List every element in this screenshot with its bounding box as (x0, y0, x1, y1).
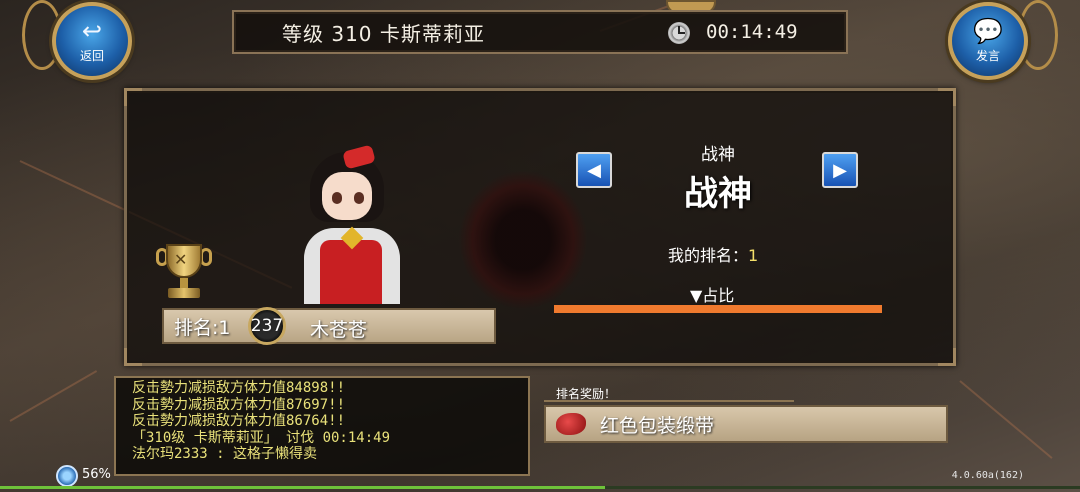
panel-corner (938, 348, 956, 366)
header-bar: 等级 310 卡斯蒂莉亚 00:14:49 (232, 10, 848, 54)
chat-line: 反击勢力减损敌方体力值84898!! (132, 380, 346, 396)
my-rank: 我的排名：1 (668, 242, 758, 266)
speech-bubble-icon: 💬 (973, 16, 1003, 45)
next-category-button[interactable]: ▶ (822, 152, 858, 188)
load-progress-fill (0, 486, 605, 489)
chat-button[interactable]: 💬 发言 (948, 2, 1028, 80)
chat-line: 法尔玛2333 : 这格子懒得卖 (132, 446, 318, 462)
trophy-icon: ✕ (156, 242, 212, 300)
category-label-small: 战神 (701, 145, 735, 165)
level-badge: 237 (248, 307, 286, 345)
stopwatch-icon (668, 22, 690, 44)
boss-title: 等级 310 卡斯蒂莉亚 (282, 21, 485, 46)
panel-corner (124, 348, 142, 366)
battle-timer: 00:14:49 (706, 21, 798, 43)
chat-line: 「310级 卡斯蒂莉亚」 讨伐 00:14:49 (132, 429, 391, 446)
chat-line: 反击勢力减损敌方体力值86764!! (132, 413, 346, 429)
player-name: 木苍苍 (310, 319, 368, 341)
battery-icon (56, 465, 78, 487)
chat-button-label: 发言 (975, 48, 1000, 63)
my-rank-value: 1 (748, 246, 759, 265)
rank-label: 排名:1 (174, 316, 231, 339)
prev-category-button[interactable]: ◀ (576, 152, 612, 188)
my-rank-label: 我的排名： (668, 246, 749, 265)
reward-item-name: 红色包装缎带 (600, 414, 715, 437)
reward-item[interactable]: 红色包装缎带 (544, 405, 948, 443)
back-arrow-icon: ↩ (81, 16, 103, 45)
version-label: 4.0.60a(162) (951, 470, 1024, 481)
load-progress (0, 486, 1080, 489)
chat-line: 反击勢力减损敌方体力值87697!! (132, 396, 346, 413)
marble-vein (959, 380, 1053, 459)
chat-log[interactable]: 反击勢力减损敌方体力值84898!! 反击勢力减损敌方体力值87697!! 反击勢力… (114, 376, 530, 476)
marble-vein (9, 370, 98, 422)
back-button[interactable]: ↩ 返回 (52, 2, 132, 80)
boss-shadow-figure (458, 170, 588, 310)
back-button-label: 返回 (79, 48, 104, 63)
share-bar (554, 305, 882, 313)
share-dropdown[interactable]: ▼占比 (690, 282, 734, 306)
player-character-portrait (296, 144, 408, 304)
panel-corner (124, 88, 142, 106)
panel-corner (938, 88, 956, 106)
category-title: 战神 (684, 174, 752, 214)
battery-percent: 56% (82, 467, 111, 482)
share-bar-fill (554, 305, 882, 313)
reward-divider (544, 400, 794, 402)
ribbon-icon (556, 413, 586, 435)
top-rank-plate: 排名:1 237 木苍苍 (162, 307, 496, 345)
